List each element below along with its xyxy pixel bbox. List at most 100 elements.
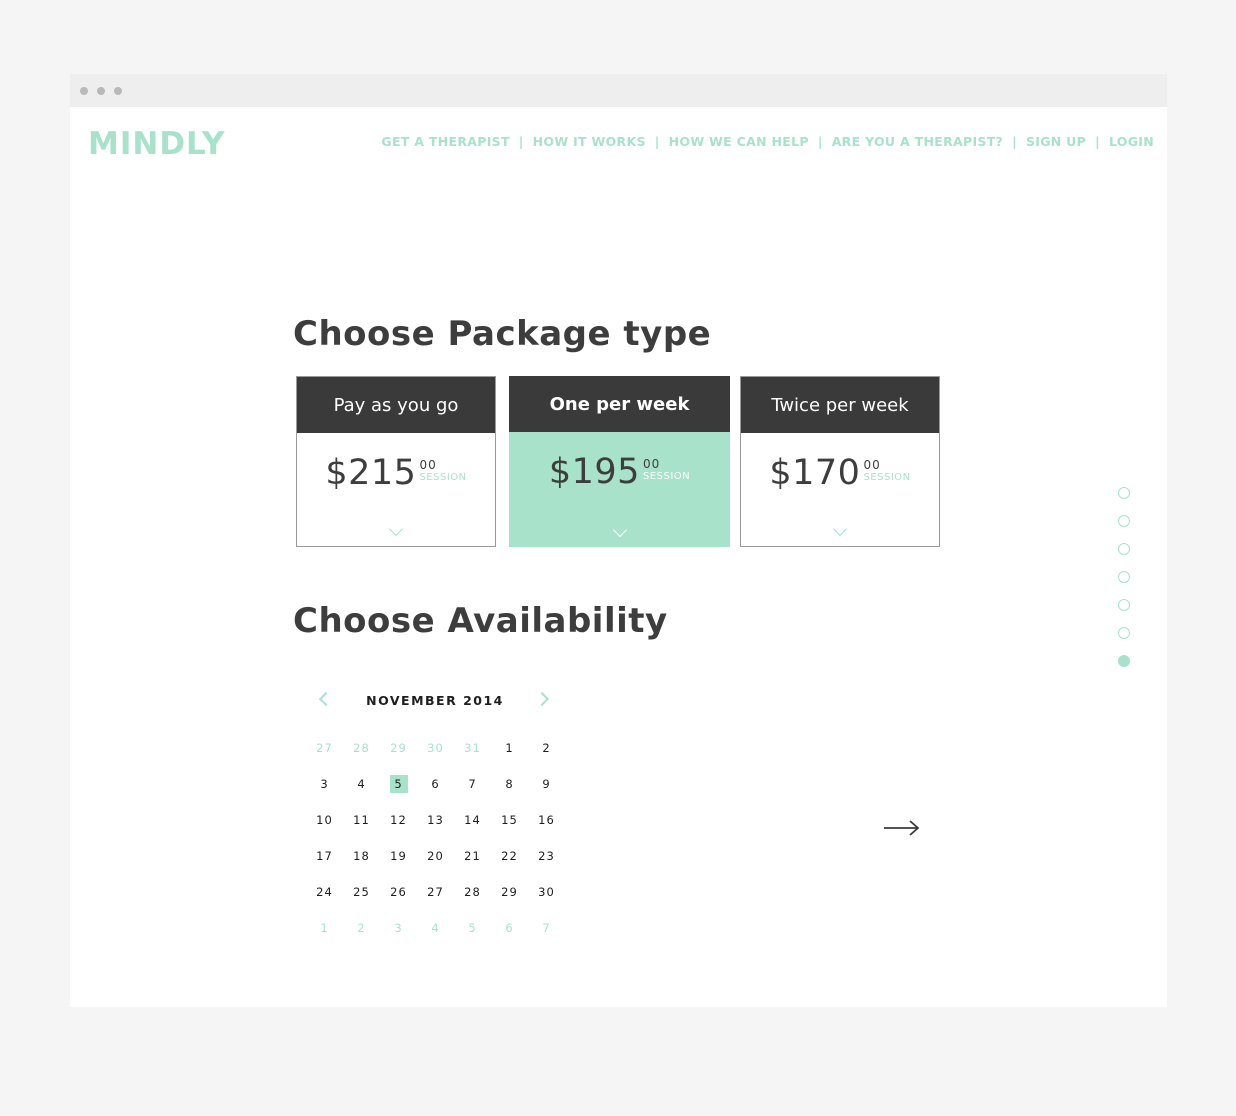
nav-separator: | [817, 134, 823, 149]
calendar-day[interactable]: 27 [417, 882, 454, 902]
nav-login[interactable]: LOGIN [1109, 134, 1154, 149]
calendar-day-label: 3 [320, 777, 329, 791]
calendar-day-label: 14 [464, 813, 481, 827]
package-name: Twice per week [741, 377, 939, 433]
calendar-day-label: 23 [538, 849, 555, 863]
nav-how-it-works[interactable]: HOW IT WORKS [533, 134, 646, 149]
calendar-day[interactable]: 11 [343, 810, 380, 830]
step-dot[interactable] [1118, 599, 1130, 611]
window-dot-minimize[interactable] [97, 87, 105, 95]
calendar-day[interactable]: 15 [491, 810, 528, 830]
calendar-day-label: 20 [427, 849, 444, 863]
package-card-twice-per-week[interactable]: Twice per week $170 00 SESSION [740, 376, 940, 547]
calendar-day[interactable]: 14 [454, 810, 491, 830]
calendar-day[interactable]: 28 [343, 738, 380, 758]
calendar-day[interactable]: 25 [343, 882, 380, 902]
step-dot[interactable] [1118, 543, 1130, 555]
calendar-day[interactable]: 27 [306, 738, 343, 758]
window-dot-close[interactable] [80, 87, 88, 95]
calendar-week: 10 11 12 13 14 15 16 [306, 810, 565, 846]
calendar-day-label: 27 [427, 885, 444, 899]
nav-get-a-therapist[interactable]: GET A THERAPIST [381, 134, 509, 149]
price-unit: SESSION [863, 471, 911, 483]
calendar-day-label: 2 [357, 921, 366, 935]
calendar-day-label: 5 [468, 921, 477, 935]
chevron-down-icon[interactable] [832, 521, 848, 537]
calendar-day[interactable]: 18 [343, 846, 380, 866]
calendar-day[interactable]: 22 [491, 846, 528, 866]
calendar-day[interactable]: 12 [380, 810, 417, 830]
calendar-day[interactable]: 1 [491, 738, 528, 758]
nav-sign-up[interactable]: SIGN UP [1026, 134, 1086, 149]
calendar-day-selected[interactable]: 5 [380, 774, 417, 794]
arrow-right-icon[interactable] [882, 818, 922, 838]
calendar-day[interactable]: 7 [454, 774, 491, 794]
calendar-day[interactable]: 30 [528, 882, 565, 902]
calendar-day[interactable]: 7 [528, 918, 565, 938]
nav-are-you-a-therapist[interactable]: ARE YOU A THERAPIST? [832, 134, 1003, 149]
calendar-day[interactable]: 20 [417, 846, 454, 866]
calendar-day-label: 29 [501, 885, 518, 899]
calendar-day-label: 28 [353, 741, 370, 755]
calendar-day[interactable]: 30 [417, 738, 454, 758]
brand-logo[interactable]: MINDLY [88, 126, 225, 162]
price-unit: SESSION [419, 471, 467, 483]
calendar-day-label: 12 [390, 813, 407, 827]
calendar-week: 27 28 29 30 31 1 2 [306, 738, 565, 774]
step-dot[interactable] [1118, 515, 1130, 527]
calendar-day[interactable]: 4 [417, 918, 454, 938]
calendar-day[interactable]: 28 [454, 882, 491, 902]
calendar-day[interactable]: 3 [380, 918, 417, 938]
package-card-pay-as-you-go[interactable]: Pay as you go $215 00 SESSION [296, 376, 496, 547]
chevron-down-icon[interactable] [612, 522, 627, 538]
calendar-day[interactable]: 2 [528, 738, 565, 758]
window-dot-maximize[interactable] [114, 87, 122, 95]
calendar-day[interactable]: 6 [417, 774, 454, 794]
calendar-header: NOVEMBER 2014 [310, 688, 560, 712]
calendar-day[interactable]: 3 [306, 774, 343, 794]
calendar-day[interactable]: 8 [491, 774, 528, 794]
step-dot[interactable] [1118, 627, 1130, 639]
package-price: $170 00 SESSION [741, 433, 939, 513]
step-dot-active[interactable] [1118, 655, 1130, 667]
package-section-title: Choose Package type [293, 314, 712, 354]
calendar-day[interactable]: 2 [343, 918, 380, 938]
step-dot[interactable] [1118, 571, 1130, 583]
calendar-day[interactable]: 29 [491, 882, 528, 902]
calendar-day-label: 6 [431, 777, 440, 791]
calendar-day[interactable]: 6 [491, 918, 528, 938]
calendar-day[interactable]: 10 [306, 810, 343, 830]
calendar-day-label: 28 [464, 885, 481, 899]
calendar-day-label: 26 [390, 885, 407, 899]
calendar-day-label: 4 [431, 921, 440, 935]
package-name: One per week [509, 376, 730, 432]
calendar-day[interactable]: 16 [528, 810, 565, 830]
nav-how-we-can-help[interactable]: HOW WE CAN HELP [669, 134, 809, 149]
calendar-day[interactable]: 13 [417, 810, 454, 830]
calendar-day-label: 13 [427, 813, 444, 827]
calendar-day[interactable]: 31 [454, 738, 491, 758]
calendar-day-label: 7 [542, 921, 551, 935]
step-dot[interactable] [1118, 487, 1130, 499]
calendar-day[interactable]: 26 [380, 882, 417, 902]
calendar-day-label: 16 [538, 813, 555, 827]
chevron-down-icon[interactable] [388, 521, 404, 537]
calendar-day-label: 25 [353, 885, 370, 899]
calendar-day[interactable]: 21 [454, 846, 491, 866]
calendar-day[interactable]: 9 [528, 774, 565, 794]
calendar-day[interactable]: 24 [306, 882, 343, 902]
calendar-day[interactable]: 5 [454, 918, 491, 938]
calendar-day[interactable]: 23 [528, 846, 565, 866]
price-amount: $170 [769, 453, 861, 493]
calendar-day[interactable]: 4 [343, 774, 380, 794]
package-price: $195 00 SESSION [509, 432, 730, 512]
package-card-one-per-week[interactable]: One per week $195 00 SESSION [509, 376, 730, 547]
calendar-week: 3 4 5 6 7 8 9 [306, 774, 565, 810]
calendar-day[interactable]: 17 [306, 846, 343, 866]
calendar-day[interactable]: 29 [380, 738, 417, 758]
calendar-day[interactable]: 19 [380, 846, 417, 866]
calendar-day[interactable]: 1 [306, 918, 343, 938]
calendar-week: 24 25 26 27 28 29 30 [306, 882, 565, 918]
calendar-day-label: 8 [505, 777, 514, 791]
calendar-day-label: 1 [505, 741, 514, 755]
